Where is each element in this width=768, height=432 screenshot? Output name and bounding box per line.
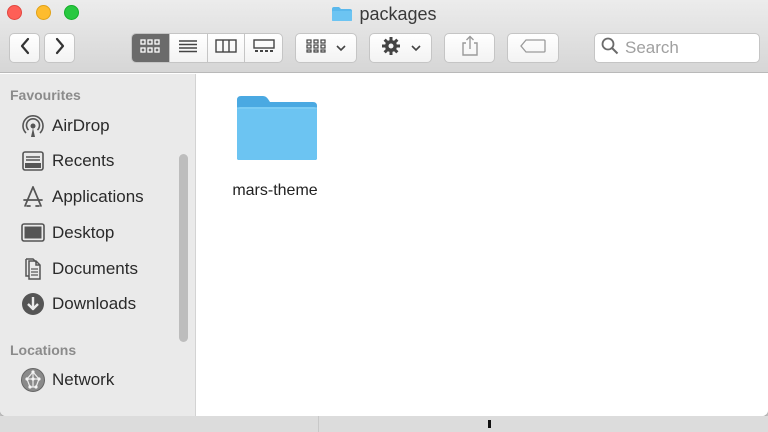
back-button[interactable] xyxy=(9,33,40,63)
sidebar-item-label: Desktop xyxy=(52,223,115,242)
chevron-down-icon xyxy=(410,39,421,57)
applications-icon xyxy=(20,184,46,210)
sidebar-item-label: Recents xyxy=(52,151,115,170)
sidebar-item-label: Downloads xyxy=(52,294,137,313)
recents-icon xyxy=(20,148,46,174)
forward-button[interactable] xyxy=(44,33,75,63)
sidebar-item-label: Applications xyxy=(52,187,144,206)
tag-button[interactable] xyxy=(507,33,559,63)
sidebar-item-label: Documents xyxy=(52,259,138,278)
folder-icon xyxy=(331,6,353,22)
background-divider xyxy=(318,416,319,432)
column-view-icon xyxy=(215,38,237,58)
sidebar-item-downloads[interactable]: Downloads xyxy=(20,290,136,318)
list-view-icon xyxy=(178,39,198,58)
file-browser-content: mars-theme xyxy=(197,74,768,416)
desktop-icon xyxy=(20,220,46,246)
chevron-right-icon xyxy=(54,37,66,60)
icon-view-icon xyxy=(140,38,161,58)
view-mode-selector xyxy=(131,33,283,63)
chevron-down-icon xyxy=(336,39,346,57)
sidebar: Favourites AirDrop Recents Applications … xyxy=(0,74,196,416)
share-icon xyxy=(461,35,479,62)
downloads-icon xyxy=(20,291,46,317)
file-item[interactable]: mars-theme xyxy=(221,94,341,200)
window-title-text: packages xyxy=(359,3,437,24)
gear-icon xyxy=(381,36,401,61)
sidebar-item-applications[interactable]: Applications xyxy=(20,183,144,211)
window-title: packages xyxy=(0,3,768,25)
action-button[interactable] xyxy=(369,33,432,63)
sidebar-scrollbar[interactable] xyxy=(179,154,188,342)
sidebar-item-network[interactable]: Network xyxy=(20,366,114,394)
file-name: mars-theme xyxy=(232,182,318,199)
search-field[interactable]: Search xyxy=(594,33,760,63)
share-button[interactable] xyxy=(444,33,495,63)
background-strip xyxy=(0,416,768,432)
sidebar-item-desktop[interactable]: Desktop xyxy=(20,219,114,247)
sidebar-item-documents[interactable]: Documents xyxy=(20,255,138,283)
sidebar-item-label: AirDrop xyxy=(52,116,110,135)
text-cursor xyxy=(488,420,491,428)
gallery-view-icon xyxy=(252,38,275,58)
gallery-view-button[interactable] xyxy=(245,34,282,62)
sidebar-section-favourites: Favourites xyxy=(10,87,81,103)
search-placeholder: Search xyxy=(625,38,679,57)
finder-window: packages Search Favourites AirDrop Recen… xyxy=(0,0,768,416)
chevron-left-icon xyxy=(19,37,31,60)
sidebar-item-airdrop[interactable]: AirDrop xyxy=(20,112,110,140)
sidebar-section-locations: Locations xyxy=(10,342,77,358)
list-view-button[interactable] xyxy=(170,34,208,62)
group-by-button[interactable] xyxy=(295,33,357,63)
icon-view-button[interactable] xyxy=(132,34,170,62)
column-view-button[interactable] xyxy=(208,34,246,62)
sidebar-item-recents[interactable]: Recents xyxy=(20,147,114,175)
titlebar: packages Search xyxy=(0,0,768,73)
search-icon xyxy=(601,37,619,60)
documents-icon xyxy=(20,256,46,282)
sidebar-item-label: Network xyxy=(52,370,115,389)
network-icon xyxy=(20,367,46,393)
folder-icon xyxy=(235,94,319,162)
tag-icon xyxy=(520,38,546,58)
airdrop-icon xyxy=(20,113,46,139)
group-by-icon xyxy=(306,38,326,58)
